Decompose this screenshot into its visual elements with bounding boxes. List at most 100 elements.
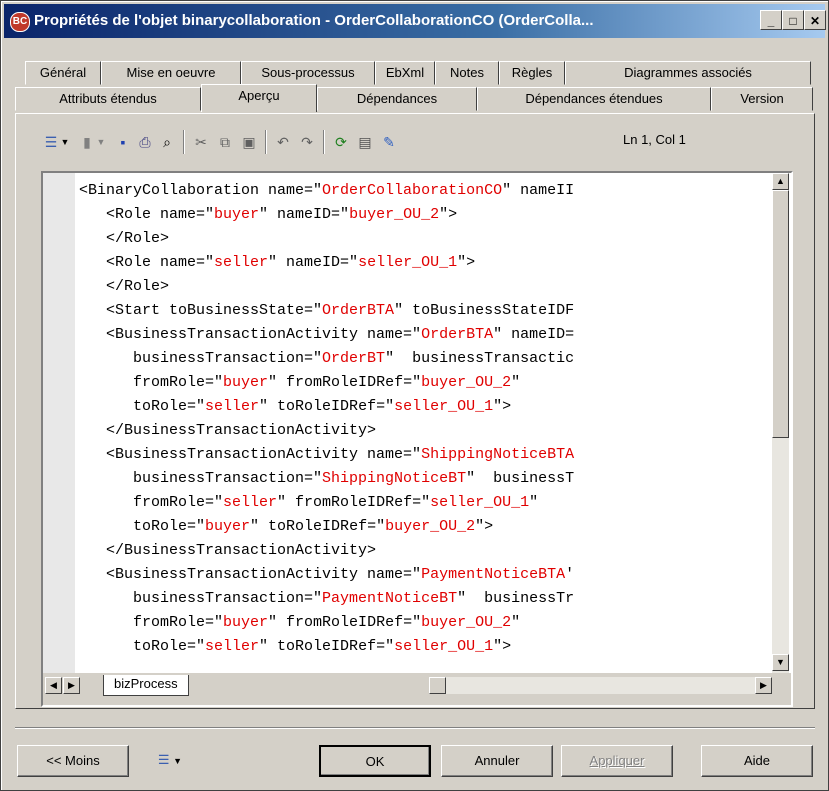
- tab-rules[interactable]: Règles: [499, 61, 565, 85]
- code-line: </BusinessTransactionActivity>: [79, 539, 779, 563]
- code-line: businessTransaction="PaymentNoticeBT" bu…: [79, 587, 779, 611]
- copy-icon[interactable]: ⧉: [215, 132, 235, 152]
- code-line: toRole="seller" toRoleIDRef="seller_OU_1…: [79, 395, 779, 419]
- code-token: ">: [493, 638, 512, 655]
- apply-button[interactable]: Appliquer: [561, 745, 673, 777]
- tab-ebxml[interactable]: EbXml: [375, 61, 435, 85]
- code-token: ">: [439, 206, 458, 223]
- ok-button[interactable]: OK: [319, 745, 431, 777]
- code-token: " nameII: [502, 182, 575, 199]
- code-line: fromRole="buyer" fromRoleIDRef="buyer_OU…: [79, 371, 779, 395]
- help-button[interactable]: Aide: [701, 745, 813, 777]
- code-token: <BusinessTransactionActivity name=": [79, 326, 422, 343]
- code-token: toRole=": [79, 638, 206, 655]
- undo-icon[interactable]: ↶: [273, 132, 293, 152]
- dropdown-icon[interactable]: ▼: [59, 132, 71, 152]
- code-string: seller: [214, 254, 269, 271]
- code-token: ": [511, 374, 521, 391]
- cancel-button[interactable]: Annuler: [441, 745, 553, 777]
- code-token: " toRoleIDRef=": [259, 398, 395, 415]
- code-token: " toRoleIDRef=": [250, 518, 386, 535]
- code-string: buyer_OU_2: [421, 614, 512, 631]
- print-menu-button[interactable]: ☰ ▼: [137, 745, 203, 777]
- script-icon[interactable]: ▤: [355, 132, 375, 152]
- code-line: <BusinessTransactionActivity name="Shipp…: [79, 443, 779, 467]
- tab-dependencies[interactable]: Dépendances: [317, 87, 477, 111]
- vertical-scrollbar[interactable]: ▲ ▼: [772, 173, 789, 673]
- cut-icon[interactable]: ✂: [191, 132, 211, 152]
- code-line: <Role name="seller" nameID="seller_OU_1"…: [79, 251, 779, 275]
- code-text[interactable]: <BinaryCollaboration name="OrderCollabor…: [79, 179, 779, 671]
- tab-general[interactable]: Général: [25, 61, 101, 85]
- refresh-icon[interactable]: ⟳: [331, 132, 351, 152]
- minimize-button[interactable]: _: [760, 10, 782, 30]
- code-token: " fromRoleIDRef=": [268, 374, 422, 391]
- code-token: </Role>: [79, 278, 170, 295]
- horizontal-scrollbar[interactable]: [446, 677, 771, 694]
- code-string: buyer: [223, 614, 269, 631]
- sheet-prev-button[interactable]: ◀: [45, 677, 62, 694]
- code-token: </BusinessTransactionActivity>: [79, 422, 377, 439]
- code-token: businessTransaction=": [79, 590, 323, 607]
- new-icon[interactable]: ▮: [77, 132, 97, 152]
- tab-extended-dependencies[interactable]: Dépendances étendues: [477, 87, 711, 111]
- tab-subprocess[interactable]: Sous-processus: [241, 61, 375, 85]
- code-token: ">: [475, 518, 494, 535]
- close-button[interactable]: ✕: [804, 10, 826, 30]
- code-editor[interactable]: <BinaryCollaboration name="OrderCollabor…: [41, 171, 793, 707]
- print-icon[interactable]: ⎙: [135, 132, 155, 152]
- code-string: PaymentNoticeBTA: [421, 566, 566, 583]
- code-token: ": [529, 494, 539, 511]
- scroll-right-button[interactable]: ▶: [755, 677, 772, 694]
- sheet-tab-bizprocess[interactable]: bizProcess: [103, 675, 189, 696]
- dropdown-icon: ▼: [173, 756, 183, 766]
- code-string: OrderBTA: [322, 302, 395, 319]
- edit-icon[interactable]: ✎: [379, 132, 399, 152]
- title-bar[interactable]: BC Propriétés de l'objet binarycollabora…: [4, 4, 826, 38]
- code-token: toRole=": [79, 518, 206, 535]
- code-token: " businessT: [466, 470, 575, 487]
- scroll-up-button[interactable]: ▲: [772, 173, 789, 190]
- hscroll-thumb[interactable]: [429, 677, 446, 694]
- tab-implementation[interactable]: Mise en oeuvre: [101, 61, 241, 85]
- tab-associated-diagrams[interactable]: Diagrammes associés: [565, 61, 811, 85]
- scroll-thumb[interactable]: [772, 190, 789, 438]
- code-token: <Start toBusinessState=": [79, 302, 323, 319]
- code-token: " nameID=: [493, 326, 575, 343]
- code-token: " fromRoleIDRef=": [277, 494, 431, 511]
- sheet-tab-bar: ◀ ▶ bizProcess ▶: [43, 673, 791, 705]
- sheet-next-button[interactable]: ▶: [63, 677, 80, 694]
- code-token: fromRole=": [79, 494, 224, 511]
- separator: [323, 130, 325, 154]
- code-token: fromRole=": [79, 614, 224, 631]
- tab-extended-attributes[interactable]: Attributs étendus: [15, 87, 201, 111]
- save-icon[interactable]: ▪: [113, 132, 133, 152]
- code-token: ">: [493, 398, 512, 415]
- code-token: " nameID=": [268, 254, 359, 271]
- code-string: buyer: [223, 374, 269, 391]
- paste-icon[interactable]: ▣: [239, 132, 259, 152]
- find-icon[interactable]: ⌕: [157, 132, 177, 152]
- tab-preview[interactable]: Aperçu: [201, 84, 317, 112]
- print-preview-icon[interactable]: ☰: [41, 132, 61, 152]
- separator: [265, 130, 267, 154]
- code-line: <BusinessTransactionActivity name="Order…: [79, 323, 779, 347]
- code-token: " fromRoleIDRef=": [268, 614, 422, 631]
- code-line: toRole="seller" toRoleIDRef="seller_OU_1…: [79, 635, 779, 659]
- code-token: <BusinessTransactionActivity name=": [79, 566, 422, 583]
- maximize-button[interactable]: □: [782, 10, 804, 30]
- code-line: <Role name="buyer" nameID="buyer_OU_2">: [79, 203, 779, 227]
- scroll-down-button[interactable]: ▼: [772, 654, 789, 671]
- code-string: seller: [205, 398, 260, 415]
- dropdown-icon[interactable]: ▼: [95, 132, 107, 152]
- tab-version[interactable]: Version: [711, 87, 813, 111]
- code-line: businessTransaction="ShippingNoticeBT" b…: [79, 467, 779, 491]
- redo-icon[interactable]: ↷: [297, 132, 317, 152]
- tab-notes[interactable]: Notes: [435, 61, 499, 85]
- code-string: buyer: [205, 518, 251, 535]
- code-token: ">: [457, 254, 476, 271]
- less-button[interactable]: << Moins: [17, 745, 129, 777]
- code-token: " businessTransactic: [385, 350, 575, 367]
- code-string: buyer_OU_2: [385, 518, 476, 535]
- code-token: <Role name=": [79, 206, 215, 223]
